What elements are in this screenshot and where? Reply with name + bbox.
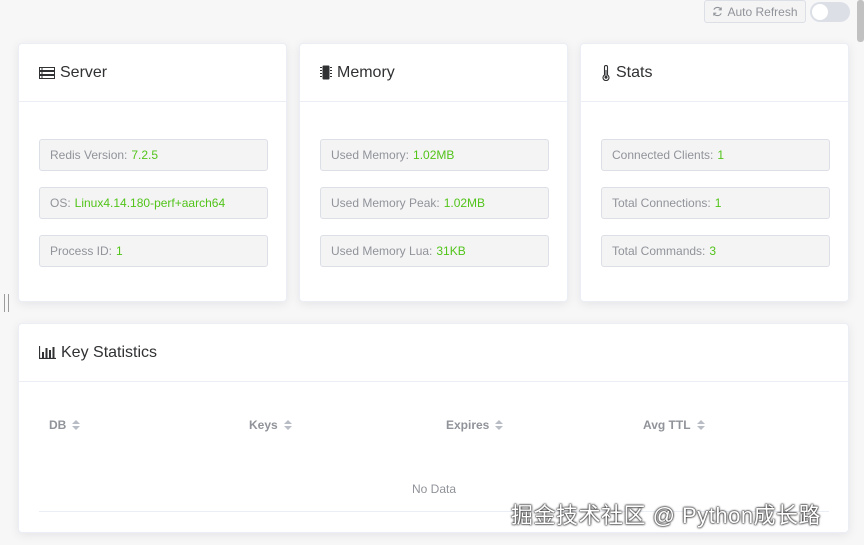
used-memory-lua-field: Used Memory Lua: 31KB bbox=[320, 235, 549, 267]
column-keys[interactable]: Keys bbox=[249, 418, 292, 432]
connected-clients-value: 1 bbox=[717, 148, 725, 162]
thermometer-icon bbox=[601, 64, 611, 81]
key-statistics-header: Key Statistics bbox=[19, 324, 848, 382]
watermark: 掘金技术社区 @ Python成长路 bbox=[511, 503, 822, 528]
bar-chart-icon bbox=[39, 346, 56, 359]
used-memory-peak-field: Used Memory Peak: 1.02MB bbox=[320, 187, 549, 219]
total-connections-label: Total Connections: bbox=[612, 196, 711, 210]
used-memory-peak-label: Used Memory Peak: bbox=[331, 196, 440, 210]
stats-title: Stats bbox=[616, 63, 653, 81]
column-avg-ttl[interactable]: Avg TTL bbox=[643, 418, 705, 432]
redis-version-value: 7.2.5 bbox=[131, 148, 159, 162]
column-expires[interactable]: Expires bbox=[446, 418, 504, 432]
used-memory-field: Used Memory: 1.02MB bbox=[320, 139, 549, 171]
key-statistics-table-header: DB Keys Expires Avg TTL bbox=[39, 404, 829, 448]
server-icon bbox=[39, 66, 55, 79]
sort-icon[interactable] bbox=[72, 420, 81, 430]
column-expires-label: Expires bbox=[446, 418, 490, 432]
redis-version-field: Redis Version: 7.2.5 bbox=[39, 139, 268, 171]
os-field: OS: Linux4.14.180-perf+aarch64 bbox=[39, 187, 268, 219]
sort-icon[interactable] bbox=[696, 420, 705, 430]
column-avg-ttl-label: Avg TTL bbox=[643, 418, 691, 432]
server-title: Server bbox=[60, 63, 108, 81]
used-memory-value: 1.02MB bbox=[413, 148, 455, 162]
refresh-icon bbox=[713, 6, 723, 17]
memory-card: Memory Used Memory: 1.02MB Used Memory P… bbox=[299, 43, 568, 302]
total-commands-value: 3 bbox=[709, 244, 717, 258]
column-db-label: DB bbox=[49, 418, 67, 432]
toggle-knob bbox=[812, 4, 828, 20]
sort-icon[interactable] bbox=[283, 420, 292, 430]
redis-version-label: Redis Version: bbox=[50, 148, 128, 162]
connected-clients-label: Connected Clients: bbox=[612, 148, 714, 162]
used-memory-lua-label: Used Memory Lua: bbox=[331, 244, 433, 258]
process-id-value: 1 bbox=[116, 244, 123, 258]
used-memory-label: Used Memory: bbox=[331, 148, 410, 162]
total-connections-value: 1 bbox=[714, 196, 722, 210]
process-id-label: Process ID: bbox=[50, 244, 113, 258]
redis-dashboard: Auto Refresh Server Redis Version: 7.2.5 bbox=[0, 0, 864, 545]
total-connections-field: Total Connections: 1 bbox=[601, 187, 830, 219]
resize-handle[interactable] bbox=[4, 294, 9, 312]
memory-chip-icon bbox=[320, 65, 332, 80]
connected-clients-field: Connected Clients: 1 bbox=[601, 139, 830, 171]
stats-card-header: Stats bbox=[581, 44, 848, 102]
used-memory-peak-value: 1.02MB bbox=[443, 196, 486, 210]
used-memory-lua-value: 31KB bbox=[436, 244, 466, 258]
os-value: Linux4.14.180-perf+aarch64 bbox=[74, 196, 226, 210]
memory-card-header: Memory bbox=[300, 44, 567, 102]
auto-refresh-toggle[interactable] bbox=[810, 2, 850, 22]
vertical-scrollbar[interactable] bbox=[857, 0, 864, 42]
os-label: OS: bbox=[50, 196, 71, 210]
server-card-header: Server bbox=[19, 44, 286, 102]
sort-icon[interactable] bbox=[495, 420, 504, 430]
key-statistics-title: Key Statistics bbox=[61, 343, 158, 361]
column-db[interactable]: DB bbox=[49, 418, 81, 432]
memory-title: Memory bbox=[337, 63, 395, 81]
process-id-field: Process ID: 1 bbox=[39, 235, 268, 267]
total-commands-field: Total Commands: 3 bbox=[601, 235, 830, 267]
stats-card: Stats Connected Clients: 1 Total Connect… bbox=[580, 43, 849, 302]
column-keys-label: Keys bbox=[249, 418, 278, 432]
server-card: Server Redis Version: 7.2.5 OS: Linux4.1… bbox=[18, 43, 287, 302]
auto-refresh-button[interactable]: Auto Refresh bbox=[704, 0, 806, 23]
total-commands-label: Total Commands: bbox=[612, 244, 706, 258]
auto-refresh-label: Auto Refresh bbox=[727, 4, 798, 19]
